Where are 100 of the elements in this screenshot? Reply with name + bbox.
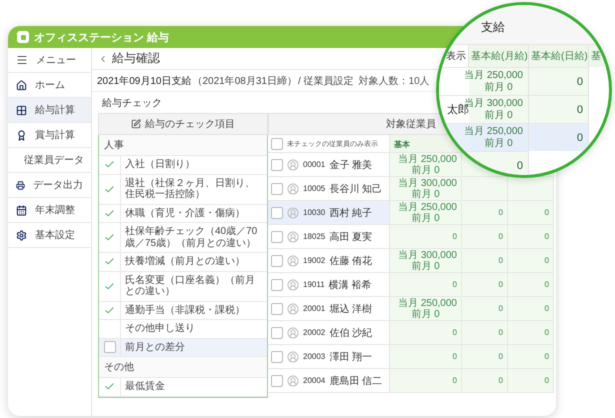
sidebar-item[interactable]: 賞与計算	[8, 123, 91, 148]
menu-icon	[16, 54, 28, 66]
amount-value: 0	[576, 132, 583, 144]
row-checkbox[interactable]	[271, 302, 283, 314]
section-title: 支給	[481, 19, 505, 36]
row-checkbox[interactable]	[271, 350, 283, 362]
previous-amount: 前月 0	[411, 260, 440, 272]
employee-row[interactable]: 19002 佐藤 侑花 当月 300,000 前月 0 0 0	[268, 249, 554, 273]
avatar-icon	[287, 254, 299, 266]
avatar-icon	[287, 206, 299, 218]
check-item-row[interactable]: 扶養増減（前月との違い）	[99, 253, 267, 272]
employee-code: 20004	[303, 376, 326, 385]
current-amount: 当月 300,000	[398, 250, 457, 260]
home-icon	[16, 80, 27, 90]
amount-value: 0	[452, 352, 457, 361]
amount-value: 0	[576, 104, 583, 116]
check-item-label: 最低賃金	[124, 380, 166, 394]
employee-row[interactable]: 10005 長谷川 知己 当月 300,000 前月 0	[268, 177, 554, 201]
row-checkbox[interactable]	[271, 374, 283, 386]
amount-value: 0	[544, 328, 549, 337]
check-item-label: その他申し送り	[124, 322, 196, 336]
employee-row[interactable]: 10030 西村 純子 当月 250,000 前月 0 0 0	[268, 201, 554, 225]
menu-toggle[interactable]: メニュー	[8, 48, 91, 73]
close-date: （2021年08月31日締）	[192, 74, 297, 88]
employee-row[interactable]: 20004 鹿島田 信二 0 0 0	[268, 369, 554, 393]
amount-value: 0	[544, 232, 549, 241]
employee-row[interactable]: 20001 堀込 洋樹 当月 250,000 前月 0 0 0	[268, 297, 554, 321]
employee-row[interactable]: 20003 澤田 翔一 0 0 0	[268, 345, 554, 369]
amount-value: 0	[498, 304, 503, 313]
avatar-icon	[287, 230, 299, 242]
current-amount: 当月 250,000	[464, 70, 523, 82]
check-item-row[interactable]: 通勤手当（非課税・課税）	[99, 302, 267, 320]
amount-value: 0	[452, 328, 457, 337]
row-checkbox[interactable]	[271, 158, 283, 170]
previous-amount: 前月 0	[484, 82, 513, 94]
logo-icon	[17, 31, 29, 43]
employee-code: 10005	[303, 184, 326, 193]
row-checkbox[interactable]	[271, 278, 283, 290]
row-checkbox[interactable]	[271, 182, 283, 194]
amount-value: 0	[576, 76, 583, 88]
sidebar-item[interactable]: ホーム	[8, 73, 91, 98]
sidebar-item[interactable]: 年末調整	[8, 198, 91, 223]
amount-value: 0	[498, 232, 503, 241]
table-cell	[508, 177, 554, 200]
check-item-row[interactable]: 入社（日割り）	[99, 156, 267, 174]
avatar-icon	[287, 374, 299, 386]
row-checkbox[interactable]	[271, 206, 283, 218]
employee-settings-link[interactable]: / 従業員設定	[298, 74, 354, 88]
employee-name: 西村 純子	[329, 206, 372, 220]
amount-value: 0	[544, 256, 549, 265]
row-checkbox[interactable]	[271, 254, 283, 266]
employee-name: 鹿島田 信二	[329, 374, 382, 388]
amount-value: 0	[544, 280, 549, 289]
check-item-row[interactable]: その他申し送り	[99, 320, 267, 338]
avatar-icon	[287, 302, 299, 314]
amount-value: 0	[452, 232, 457, 241]
check-item-label: 氏名変更（口座名義）（前月との違い）	[124, 274, 256, 299]
current-amount: 当月 250,000	[398, 202, 457, 212]
check-item-row[interactable]: 休職（育児・介護・傷病）	[99, 204, 267, 223]
previous-amount: 前月 0	[411, 164, 440, 176]
sidebar-item[interactable]: 給与計算	[8, 98, 91, 123]
employee-code: 20001	[303, 304, 326, 313]
award-icon	[16, 130, 27, 140]
table-cell	[462, 177, 508, 200]
current-amount: 当月 250,000	[398, 298, 457, 308]
app-title: オフィスステーション 給与	[34, 30, 170, 44]
check-item-row[interactable]: 最低賃金	[99, 378, 267, 396]
employee-name: 金子 雅美	[329, 158, 372, 172]
sidebar-item[interactable]: 従業員データ	[8, 148, 91, 173]
calendar-icon	[16, 204, 27, 216]
avatar-icon	[287, 158, 299, 170]
employee-row[interactable]: 18025 高田 夏実 0 0 0	[268, 225, 554, 249]
group-label: 人事	[99, 135, 267, 156]
checkbox[interactable]	[104, 341, 116, 354]
amount-value: 0	[544, 352, 549, 361]
amount-value: 0	[498, 256, 503, 265]
header-label: 給与のチェック項目	[145, 118, 235, 131]
employee-name: 佐伯 沙紀	[329, 326, 372, 340]
amount-value: 0	[498, 208, 503, 217]
check-item-row[interactable]: 氏名変更（口座名義）（前月との違い）	[99, 272, 267, 302]
employee-name: 堀込 洋樹	[329, 302, 372, 316]
column-header: 基本	[390, 135, 462, 152]
settings-icon	[16, 230, 27, 240]
row-checkbox[interactable]	[271, 326, 283, 338]
previous-amount: 前月 0	[411, 212, 440, 224]
sidebar-item[interactable]: 基本設定	[8, 223, 91, 248]
sidebar-item[interactable]: データ出力	[8, 173, 91, 198]
amount-value: 0	[452, 280, 457, 289]
employee-code: 19002	[303, 256, 326, 265]
current-amount: 当月 250,000	[464, 126, 523, 138]
employee-code: 20002	[303, 328, 326, 337]
page-title: 給与確認	[112, 50, 160, 67]
employee-row[interactable]: 19011 横溝 裕希 0 0 0	[268, 273, 554, 297]
filter-checkbox[interactable]	[271, 138, 283, 150]
check-item-row[interactable]: 退社（社保２ヶ月、日割り、住民税一括控除）	[99, 174, 267, 204]
amount-value: 0	[498, 328, 503, 337]
row-checkbox[interactable]	[271, 230, 283, 242]
employee-row[interactable]: 20002 佐伯 沙紀 0 0 0	[268, 321, 554, 345]
check-item-row[interactable]: 前月との差分	[99, 338, 267, 357]
check-item-row[interactable]: 社保年齢チェック（40歳／70歳／75歳）（前月との違い）	[99, 223, 267, 253]
